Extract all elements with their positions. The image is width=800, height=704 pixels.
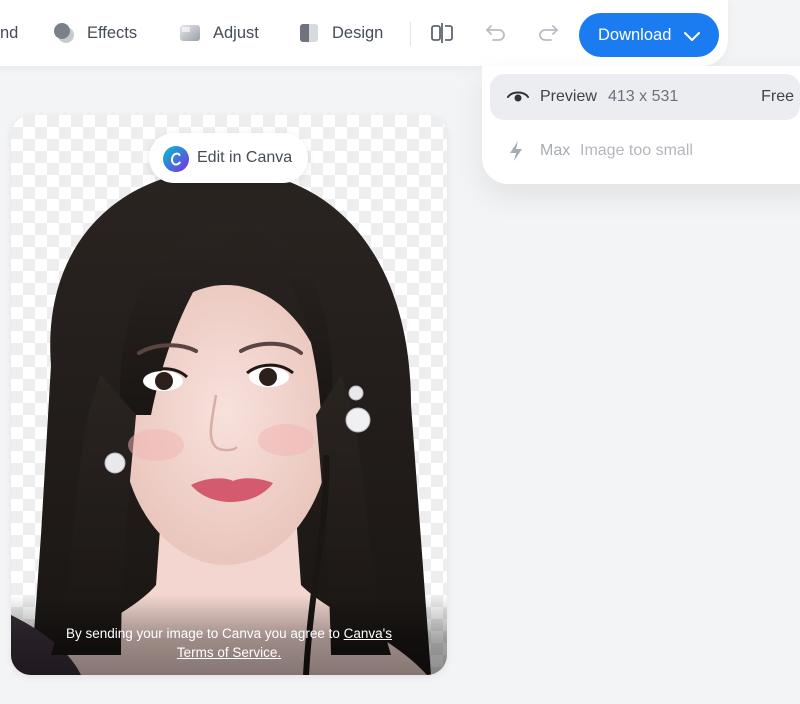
download-button[interactable]: Download [579,13,719,57]
preview-size: 413 x 531 [608,88,679,105]
download-menu: Preview 413 x 531 Free Max Image too sma… [482,66,800,184]
compare-icon [430,22,454,49]
download-option-max: Max Image too small [490,128,800,174]
compare-button[interactable] [429,22,455,48]
chevron-down-icon [683,28,701,47]
undo-icon [484,22,508,49]
eye-icon [506,86,530,113]
design-button[interactable]: Design [298,22,383,44]
toolbar-divider [410,22,411,46]
redo-button[interactable] [535,22,561,48]
undo-button[interactable] [483,22,509,48]
background-tool-button[interactable]: nd [0,24,18,43]
terms-text: By sending your image to Canva you agree… [41,624,417,662]
design-label: Design [332,23,384,42]
preview-label: Preview [540,88,597,105]
redo-icon [536,22,560,49]
editor-toolbar: nd Effects Adjust Design Download [0,0,728,66]
canva-logo-icon [163,146,189,177]
effects-label: Effects [87,23,138,42]
adjust-icon [179,22,201,44]
bolt-icon [506,140,526,167]
edit-in-canva-label: Edit in Canva [197,149,293,166]
terms-caption: By sending your image to Canva you agree… [11,595,447,675]
preview-price: Free [761,88,794,105]
download-label: Download [598,25,672,44]
terms-of-service-link[interactable]: Terms of Service. [177,645,281,660]
download-option-preview[interactable]: Preview 413 x 531 Free [490,74,800,120]
portrait-image [11,169,431,675]
effects-icon [53,22,75,44]
max-note: Image too small [580,142,693,159]
canva-link[interactable]: Canva's [344,626,392,641]
edit-in-canva-button[interactable]: Edit in Canva [149,133,308,183]
adjust-label: Adjust [213,23,259,42]
adjust-button[interactable]: Adjust [179,22,259,44]
background-tool-label: nd [0,24,19,42]
effects-button[interactable]: Effects [53,22,137,44]
design-icon [298,22,320,44]
max-label: Max [540,142,571,159]
result-image-card: By sending your image to Canva you agree… [11,115,447,675]
terms-prefix: By sending your image to Canva you agree… [65,626,340,641]
